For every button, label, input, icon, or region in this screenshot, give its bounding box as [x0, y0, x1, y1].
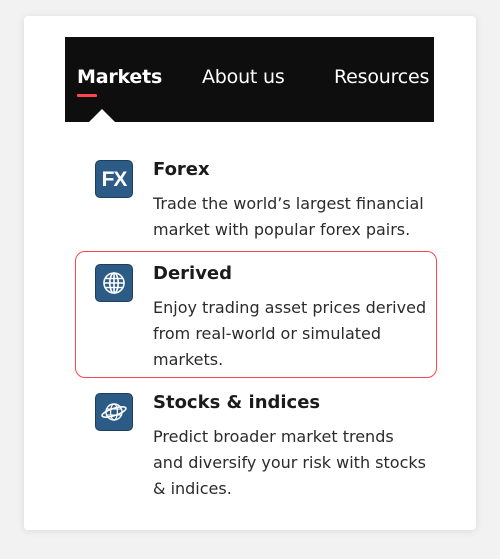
market-item-title: Stocks & indices: [153, 392, 321, 413]
nav-tab-resources[interactable]: Resources: [334, 66, 429, 88]
nav-tab-about-us[interactable]: About us: [202, 66, 285, 88]
globe-ring-icon: [95, 393, 133, 431]
dropdown-caret: [89, 109, 115, 122]
navbar: Markets About us Resources: [65, 37, 434, 122]
market-item-description: Enjoy trading asset prices derived from …: [153, 298, 427, 369]
globe-icon: [95, 264, 133, 302]
fx-icon: FX: [95, 160, 133, 198]
market-item-title: Derived: [153, 263, 233, 284]
nav-active-indicator: [77, 94, 97, 97]
market-item-description: Trade the world’s largest financial mark…: [153, 194, 424, 239]
market-item-title: Forex: [153, 159, 210, 180]
market-item-description: Predict broader market trends and divers…: [153, 427, 426, 498]
nav-tab-markets[interactable]: Markets: [77, 66, 162, 88]
